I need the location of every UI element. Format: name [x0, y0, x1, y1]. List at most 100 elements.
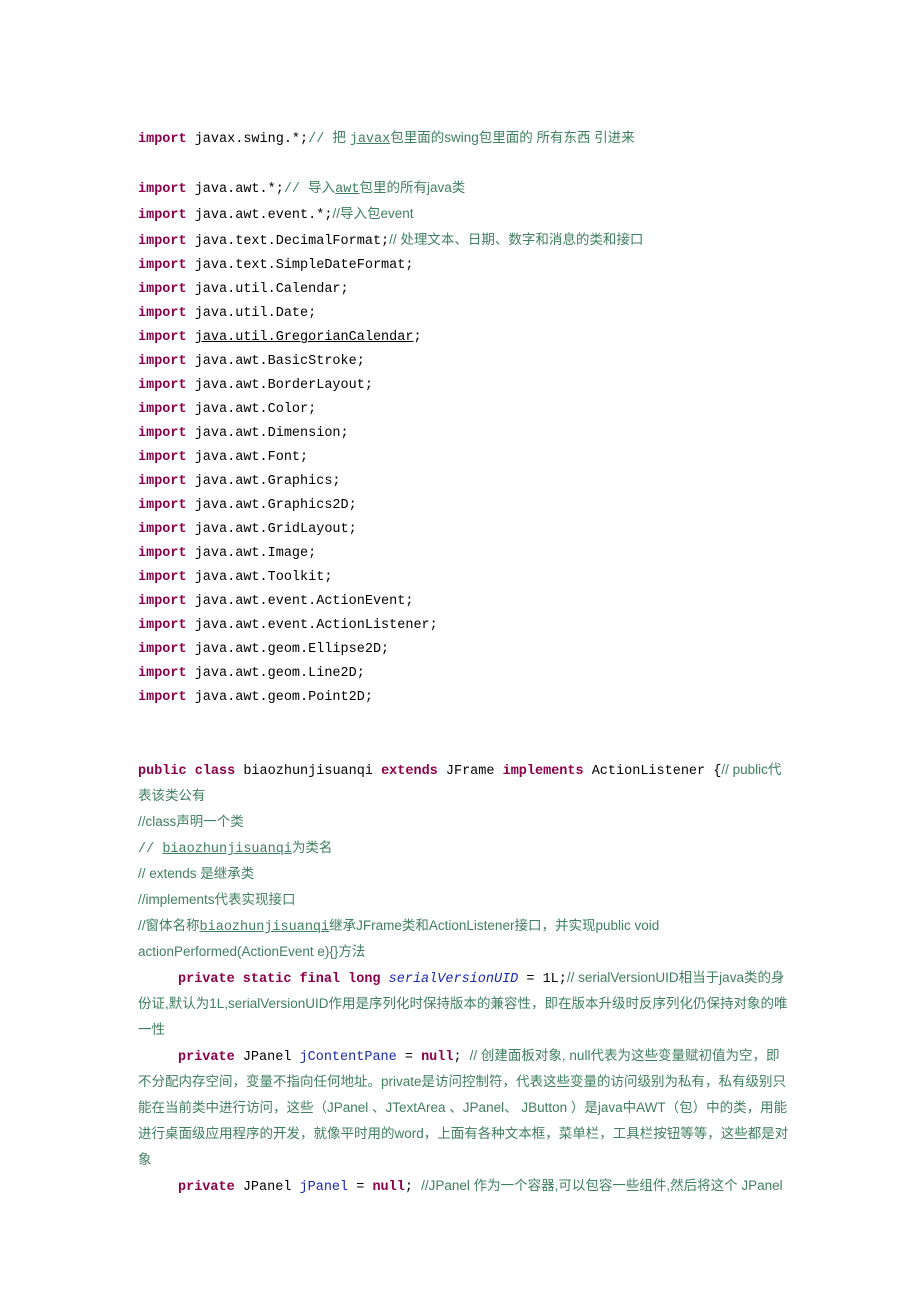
keyword: import: [138, 690, 187, 705]
comment: 把: [332, 130, 349, 145]
keyword: import: [138, 426, 187, 441]
keyword: null: [372, 1180, 404, 1195]
code-text: java.util.Date;: [187, 306, 317, 321]
field-name: jPanel: [300, 1180, 349, 1195]
code-text: java.awt.Font;: [187, 450, 309, 465]
field-declaration: private static final long serialVersionU…: [138, 966, 790, 1044]
code-text: java.util.Calendar;: [187, 282, 349, 297]
code-text: java.awt.Graphics;: [187, 474, 341, 489]
link-text: javax: [350, 132, 391, 147]
keyword: private: [178, 1050, 235, 1065]
code-line: import java.awt.BasicStroke;: [138, 350, 790, 374]
code-line: import java.awt.Toolkit;: [138, 566, 790, 590]
keyword: import: [138, 498, 187, 513]
code-line: import java.awt.geom.Ellipse2D;: [138, 638, 790, 662]
keyword: import: [138, 450, 187, 465]
code-line: import java.util.Date;: [138, 302, 790, 326]
field-name: serialVersionUID: [389, 972, 519, 987]
comment: //implements代表实现接口: [138, 892, 296, 907]
keyword: import: [138, 330, 187, 345]
code-text: java.awt.event.ActionListener;: [187, 618, 438, 633]
keyword: import: [138, 234, 187, 249]
code-text: java.awt.geom.Line2D;: [187, 666, 365, 681]
code-line: import java.awt.GridLayout;: [138, 518, 790, 542]
keyword: import: [138, 306, 187, 321]
code-text: java.awt.BasicStroke;: [187, 354, 365, 369]
code-text: ;: [453, 1050, 469, 1065]
code-line: import java.awt.*;// 导入awt包里的所有java类: [138, 176, 790, 202]
link-text: awt: [335, 182, 359, 197]
comment: //窗体名称: [138, 918, 200, 933]
code-text: java.awt.Color;: [187, 402, 317, 417]
code-text: JPanel: [235, 1050, 300, 1065]
code-line: import java.awt.BorderLayout;: [138, 374, 790, 398]
code-line: import java.awt.Dimension;: [138, 422, 790, 446]
comment-line: // biaozhunjisuanqi为类名: [138, 836, 790, 862]
code-line: import java.awt.geom.Line2D;: [138, 662, 790, 686]
link-text: biaozhunjisuanqi: [200, 920, 330, 935]
code-text: java.awt.GridLayout;: [187, 522, 357, 537]
code-line: import java.awt.Image;: [138, 542, 790, 566]
keyword: private: [178, 1180, 235, 1195]
comment: 为类名: [292, 840, 333, 855]
code-line: import javax.swing.*;// 把 javax包里面的swing…: [138, 126, 790, 152]
keyword: private static final long: [178, 972, 381, 987]
comment-line: // extends 是继承类: [138, 862, 790, 888]
field-declaration: private JPanel jContentPane = null; // 创…: [138, 1044, 790, 1174]
code-text: [381, 972, 389, 987]
blank-line: [138, 734, 790, 758]
keyword: import: [138, 618, 187, 633]
comment: 包里面的swing包里面的 所有东西 引进来: [390, 130, 635, 145]
keyword: extends: [381, 764, 438, 779]
comment: //class声明一个类: [138, 814, 244, 829]
keyword: import: [138, 282, 187, 297]
keyword: import: [138, 522, 187, 537]
keyword: import: [138, 570, 187, 585]
code-text: =: [348, 1180, 372, 1195]
keyword: import: [138, 546, 187, 561]
code-line: import java.awt.event.ActionListener;: [138, 614, 790, 638]
comment: // extends 是继承类: [138, 866, 254, 881]
code-text: java.text.SimpleDateFormat;: [187, 258, 414, 273]
comment: 导入: [308, 180, 335, 195]
comment: //JPanel 作为一个容器,可以包容一些组件,然后将这个 JPanel: [421, 1178, 783, 1193]
keyword: import: [138, 258, 187, 273]
keyword: import: [138, 208, 187, 223]
code-line: import java.awt.Font;: [138, 446, 790, 470]
code-text: =: [397, 1050, 421, 1065]
keyword: implements: [503, 764, 584, 779]
code-text: java.awt.event.ActionEvent;: [187, 594, 414, 609]
comment-line: //class声明一个类: [138, 810, 790, 836]
code-text: = 1L;: [518, 972, 567, 987]
code-text: ActionListener {: [584, 764, 722, 779]
code-text: java.awt.BorderLayout;: [187, 378, 373, 393]
code-text: java.awt.Toolkit;: [187, 570, 333, 585]
keyword: import: [138, 594, 187, 609]
code-text: java.awt.Dimension;: [187, 426, 349, 441]
code-text: java.awt.Image;: [187, 546, 317, 561]
class-declaration: public class biaozhunjisuanqi extends JF…: [138, 758, 790, 810]
comment: //: [138, 842, 162, 857]
code-text: java.awt.geom.Ellipse2D;: [187, 642, 390, 657]
code-text: java.awt.*;: [187, 182, 284, 197]
blank-line: [138, 152, 790, 176]
code-text: [187, 330, 195, 345]
code-line: import java.util.Calendar;: [138, 278, 790, 302]
code-text: java.awt.event.*;: [187, 208, 333, 223]
code-line: import java.awt.geom.Point2D;: [138, 686, 790, 710]
code-text: javax.swing.*;: [187, 132, 309, 147]
comment: //: [308, 132, 332, 147]
keyword: class: [195, 764, 236, 779]
keyword: import: [138, 474, 187, 489]
keyword: null: [421, 1050, 453, 1065]
field-name: jContentPane: [300, 1050, 397, 1065]
code-line: import java.awt.Graphics;: [138, 470, 790, 494]
comment: //导入包event: [332, 206, 413, 221]
code-text: java.awt.geom.Point2D;: [187, 690, 373, 705]
code-line: import java.util.GregorianCalendar;: [138, 326, 790, 350]
keyword: import: [138, 642, 187, 657]
code-text: biaozhunjisuanqi: [235, 764, 381, 779]
link-text: java.util.GregorianCalendar: [195, 330, 414, 345]
keyword: public: [138, 764, 187, 779]
code-text: JFrame: [438, 764, 503, 779]
